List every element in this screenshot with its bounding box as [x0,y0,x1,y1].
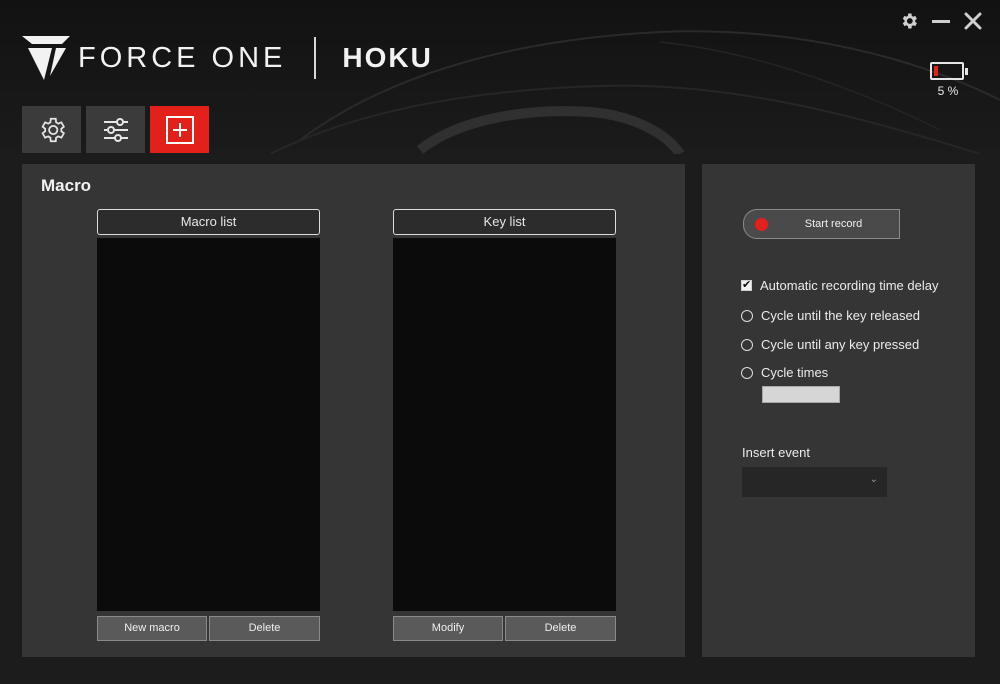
cycle-times-input[interactable] [762,386,840,403]
cycle-times-label: Cycle times [761,365,829,380]
battery-indicator: 5 % [930,62,970,98]
delete-macro-button[interactable]: Delete [209,616,320,641]
key-list-header: Key list [393,209,616,235]
cycle-any-radio[interactable] [741,338,753,351]
gear-icon [40,117,65,142]
modify-key-button[interactable]: Modify [393,616,503,641]
minimize-icon[interactable] [930,10,952,32]
start-record-label: Start record [804,218,863,230]
main-tabs [22,106,209,153]
cycle-times-radio[interactable] [741,366,753,379]
sliders-icon [103,117,128,142]
battery-icon [930,62,968,80]
chevron-down-icon: ⌄ [869,474,878,485]
brand-name: FORCE ONE [78,41,287,74]
product-name: HOKU [342,42,433,73]
page-title: Macro [41,176,92,195]
battery-level-fill [934,66,938,76]
cycle-release-option[interactable]: Cycle until the key released [741,308,920,323]
logo-divider [314,37,317,79]
start-record-button[interactable]: Start record [743,209,900,239]
macro-list-header: Macro list [97,209,320,235]
auto-delay-checkbox[interactable]: ✔ [741,279,752,291]
cycle-release-label: Cycle until the key released [761,308,920,323]
battery-tip [965,68,968,75]
force-one-logo-icon [22,36,70,80]
macro-panel: Macro Macro list New macro Delete Key li… [22,164,685,657]
insert-event-label: Insert event [742,445,810,460]
tab-adjustments[interactable] [86,106,145,153]
battery-percent: 5 % [937,84,959,98]
auto-delay-label: Automatic recording time delay [760,278,939,293]
tab-macro[interactable] [150,106,209,153]
cycle-any-label: Cycle until any key pressed [761,337,920,352]
macro-list[interactable] [97,238,320,611]
key-list[interactable] [393,238,616,611]
new-macro-button[interactable]: New macro [97,616,207,641]
delete-key-button[interactable]: Delete [505,616,616,641]
auto-delay-option[interactable]: ✔ Automatic recording time delay [741,278,938,293]
tab-settings[interactable] [22,106,81,153]
record-panel: Start record ✔ Automatic recording time … [702,164,975,657]
brand-logo: FORCE ONE HOKU [22,36,433,80]
cycle-any-option[interactable]: Cycle until any key pressed [741,337,919,352]
close-icon[interactable] [962,10,984,32]
checkmark-icon: ✔ [742,279,752,291]
settings-icon[interactable] [898,10,920,32]
add-macro-icon [165,115,194,144]
cycle-times-option[interactable]: Cycle times [741,365,828,380]
insert-event-select[interactable]: ⌄ [742,467,887,497]
cycle-release-radio[interactable] [741,309,753,322]
window-controls [898,10,984,32]
